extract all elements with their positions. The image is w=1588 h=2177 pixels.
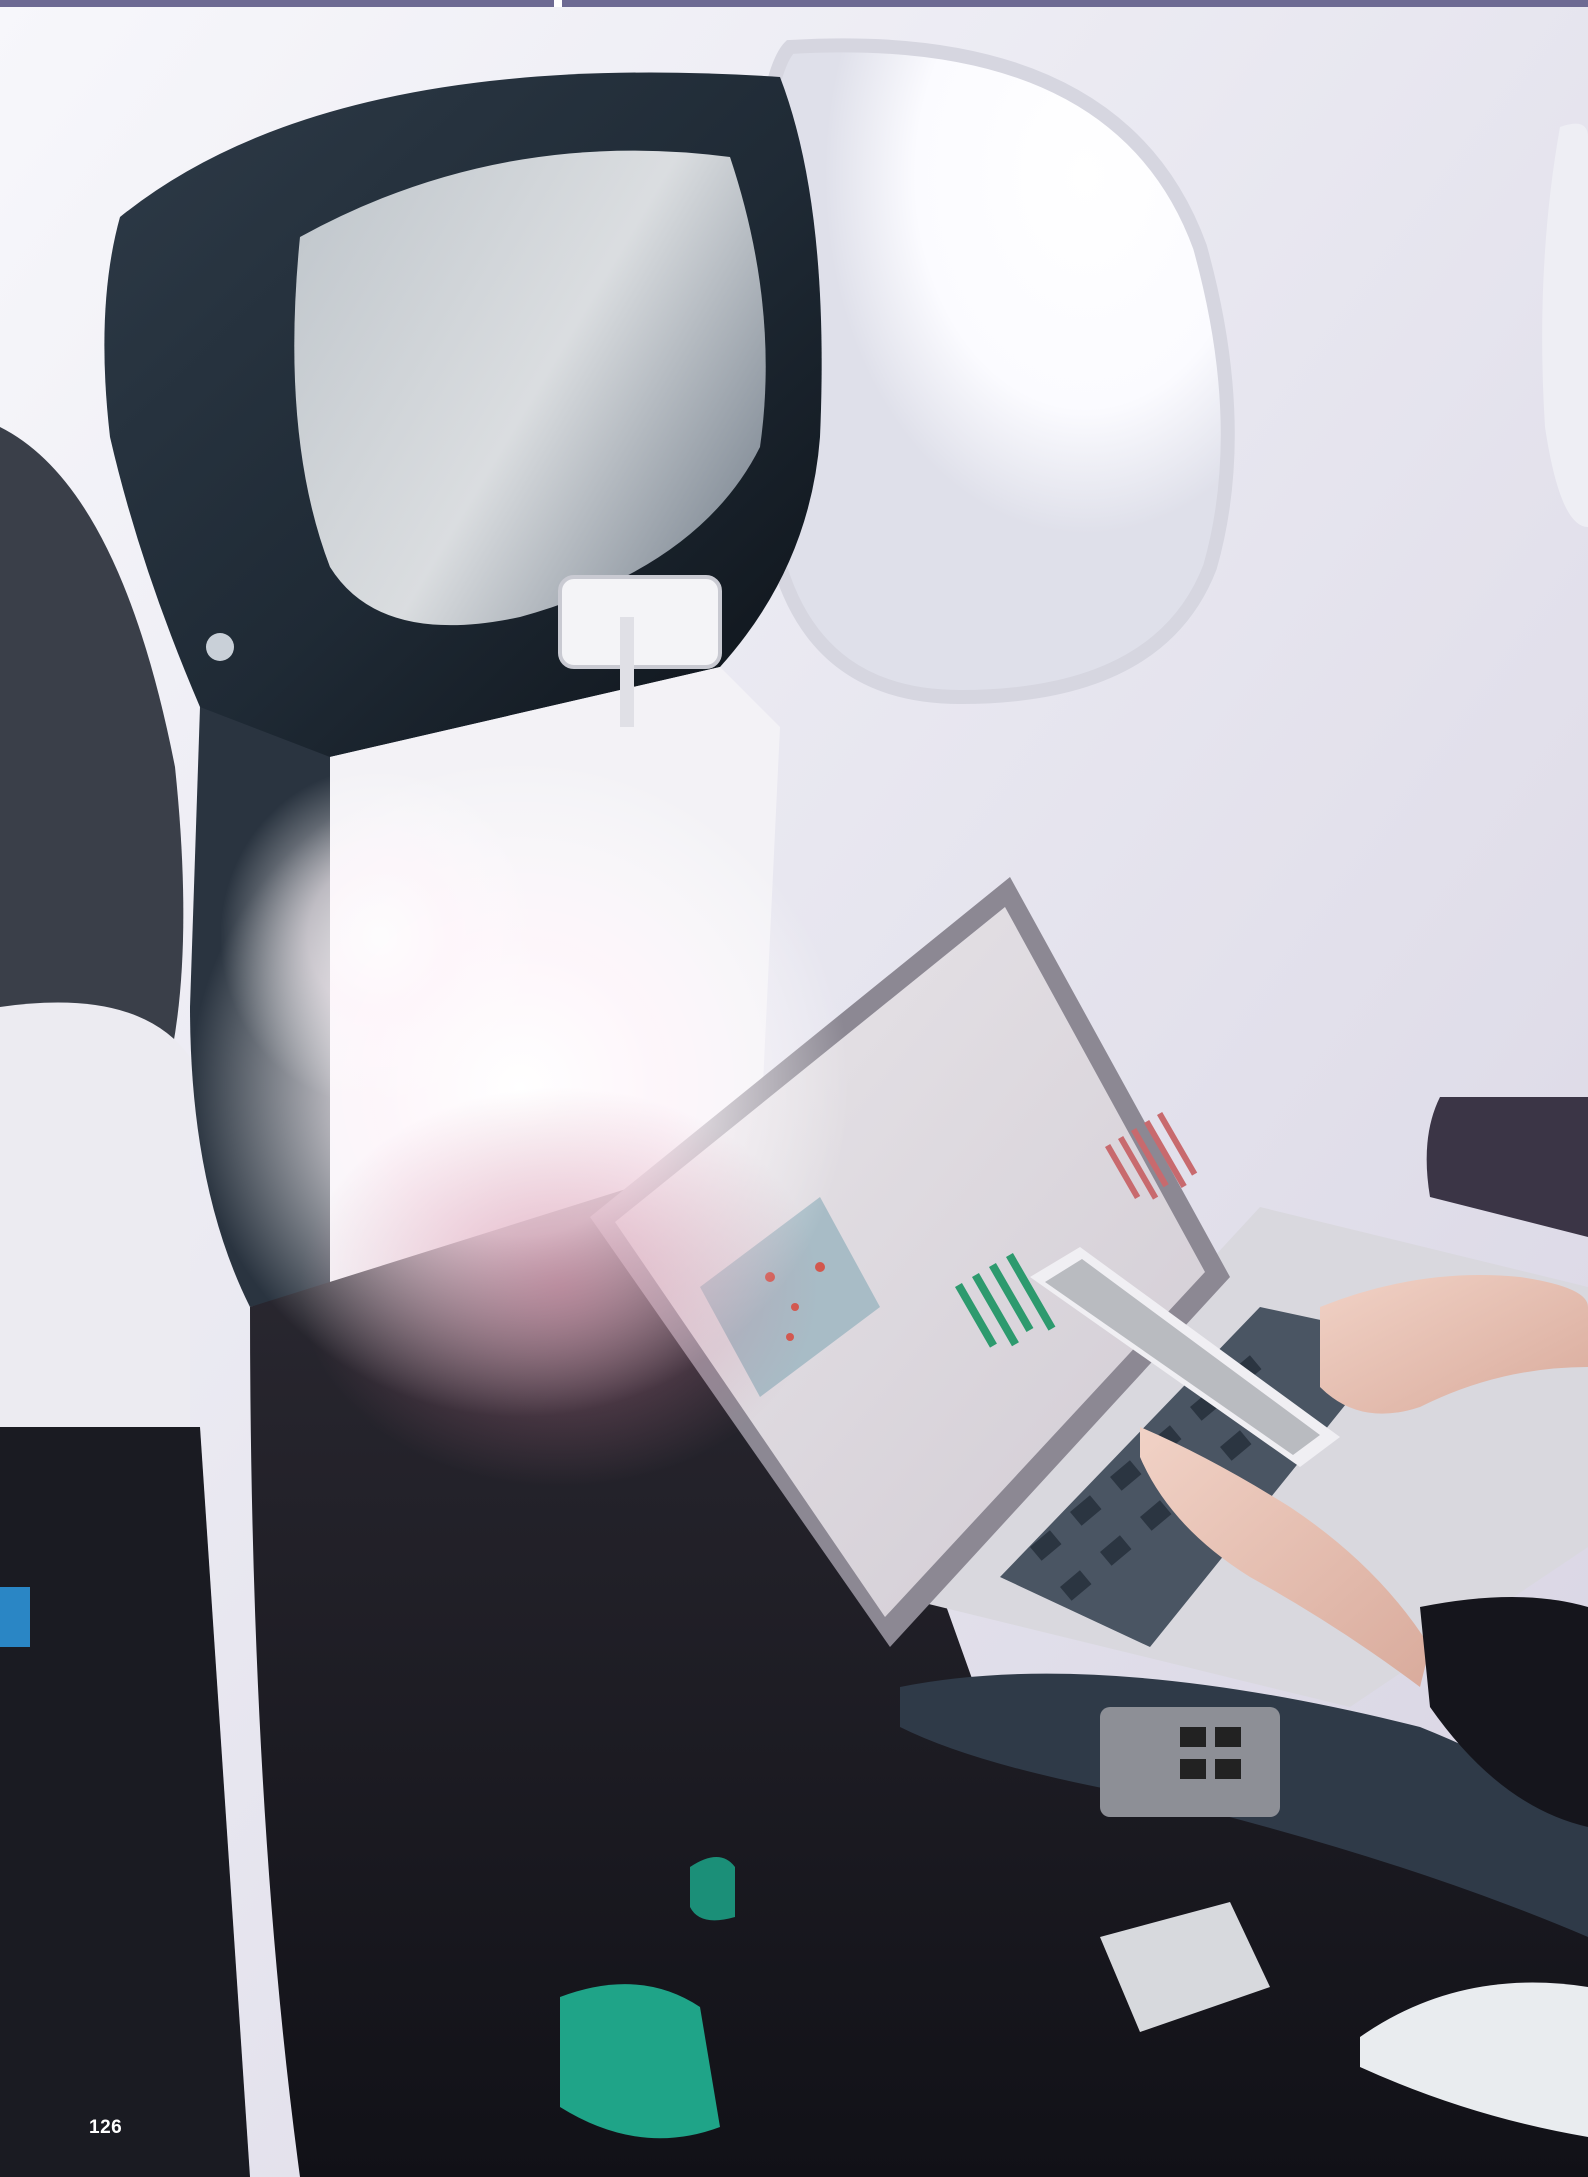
page: 126 xyxy=(0,0,1588,2177)
airplane-photo xyxy=(0,7,1588,2177)
top-bar-left xyxy=(0,0,554,7)
top-bar-right xyxy=(562,0,1588,7)
page-number: 126 xyxy=(89,2117,123,2138)
